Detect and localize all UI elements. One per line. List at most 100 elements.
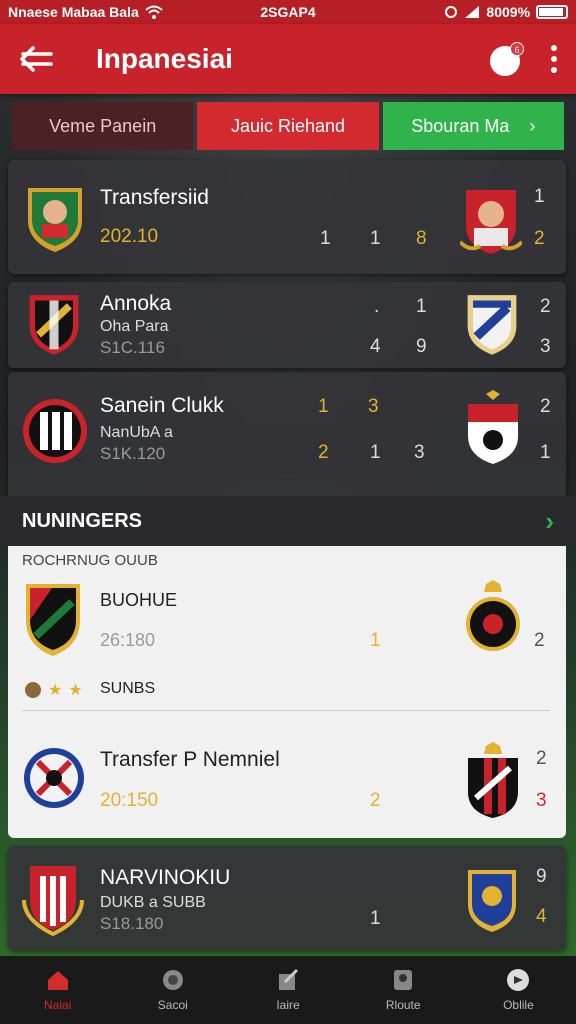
- menu-dot: [551, 56, 557, 62]
- stat-value: 1: [320, 228, 331, 249]
- rating-label: SUNBS: [100, 680, 156, 697]
- stat-value: 1: [370, 442, 381, 463]
- stat-value: 1: [416, 296, 427, 317]
- carrier-label: Nnaese Mabaa Bala: [8, 4, 139, 20]
- club-crest-icon: [468, 390, 518, 464]
- card-title: Sanein Clukk: [100, 394, 224, 417]
- signal-icon: [465, 6, 480, 18]
- club-card[interactable]: Sanein Clukk NanUbA a S1K.120 1 3 2 1 3 …: [8, 372, 566, 496]
- back-arrow-icon: [20, 46, 53, 72]
- home-icon: [47, 971, 68, 990]
- card-subtitle: DUKB a SUBB: [100, 894, 206, 911]
- nav-home[interactable]: Naiai: [0, 956, 115, 1024]
- club-card[interactable]: Annoka Oha Para S1C.116 . 1 4 9 2 3: [8, 282, 566, 368]
- nav-profile[interactable]: Oblile: [461, 956, 576, 1024]
- club-crest-icon: [28, 188, 82, 252]
- stat-value: 4: [370, 336, 381, 357]
- row-title: Transfer P Nemniel: [100, 748, 280, 771]
- wifi-icon: [145, 5, 163, 19]
- chevron-right-icon: ›: [529, 115, 536, 136]
- status-time: 2SGAP4: [260, 4, 316, 20]
- panel-header: ROCHRNUG OUUB: [22, 552, 158, 569]
- star-icon: ★: [68, 682, 83, 699]
- edit-icon: [279, 968, 299, 990]
- profile-icon: [507, 969, 530, 991]
- notifications-button[interactable]: 6: [488, 42, 524, 76]
- notification-badge: 6: [510, 42, 524, 56]
- player-crest-icon: [460, 190, 522, 254]
- overflow-menu-button[interactable]: [548, 45, 560, 73]
- card-date: 202.10: [100, 226, 159, 247]
- tab-third[interactable]: Sbouran Ma ›: [382, 102, 564, 150]
- nav-label: Sacoi: [157, 998, 188, 1012]
- card-title: NARVINOKIU: [100, 866, 231, 889]
- battery-percent: 8009%: [486, 4, 531, 20]
- divider: [22, 710, 550, 711]
- tab-first[interactable]: Veme Panein: [12, 102, 194, 150]
- stat-value: 2: [540, 396, 551, 417]
- ball-icon: [25, 682, 41, 698]
- stat-value: 3: [536, 790, 547, 811]
- stat-value: 3: [414, 442, 425, 463]
- card-date: S1C.116: [100, 338, 165, 357]
- battery-icon: [536, 5, 569, 19]
- stat-value: 3: [368, 396, 379, 417]
- stat-value: 1: [370, 630, 381, 651]
- club-card[interactable]: NARVINOKIU DUKB a SUBB S18.180 1 9 4: [8, 846, 566, 950]
- stat-value: 9: [416, 336, 427, 357]
- status-bar: Nnaese Mabaa Bala 2SGAP4 8009%: [0, 0, 576, 24]
- section-title: NUNINGERS: [22, 509, 143, 532]
- stat-value: 2: [536, 748, 547, 769]
- nav-label: Naiai: [43, 998, 72, 1012]
- stat-value: 1: [318, 396, 329, 417]
- section-header[interactable]: NUNINGERS ›: [0, 496, 576, 546]
- club-crest-icon: [467, 295, 517, 355]
- club-crest-icon: [22, 866, 84, 936]
- nav-label: Iaire: [276, 998, 300, 1012]
- tab-bar: Veme Panein Jauic Riehand Sbouran Ma ›: [12, 102, 564, 150]
- nav-label: Oblile: [503, 998, 534, 1012]
- club-crest-icon: [468, 870, 516, 932]
- club-crest-icon: [26, 584, 80, 656]
- card-subtitle: NanUbA a: [100, 424, 173, 441]
- card-subtitle: Oha Para: [100, 318, 169, 335]
- menu-dot: [551, 45, 557, 51]
- back-button[interactable]: [16, 39, 56, 79]
- card-date: S1K.120: [100, 444, 166, 463]
- globe-icon: [162, 970, 183, 990]
- stat-value: 3: [540, 336, 551, 357]
- card-date: S18.180: [100, 914, 164, 933]
- bottom-navigation: Naiai Sacoi Iaire Rloute Oblile: [0, 956, 576, 1024]
- nav-score[interactable]: Sacoi: [115, 956, 230, 1024]
- star-icon: ★: [48, 682, 63, 699]
- tab-third-label: Sbouran Ma: [411, 115, 510, 136]
- stat-value: 2: [540, 296, 551, 317]
- transfer-card[interactable]: Transfersiid 202.10 1 1 8 1 2: [8, 160, 566, 274]
- page-title: Inpanesiai: [96, 43, 233, 74]
- tab-second[interactable]: Jauic Riehand: [197, 102, 379, 150]
- app-bar: Inpanesiai 6: [0, 24, 576, 94]
- nav-edit[interactable]: Iaire: [230, 956, 345, 1024]
- row-date: 20:150: [100, 790, 159, 811]
- row-title: BUOHUE: [100, 590, 178, 610]
- club-crest-icon: [23, 399, 87, 463]
- rating-stars: ★ ★: [24, 680, 83, 700]
- nav-team[interactable]: Rloute: [346, 956, 461, 1024]
- club-crest-icon: [466, 580, 520, 651]
- stat-value: 2: [318, 442, 329, 463]
- club-list-panel: ROCHRNUG OUUB BUOHUE 26:180 1 2 ★ ★ SUNB…: [8, 546, 566, 838]
- nav-label: Rloute: [385, 998, 421, 1012]
- stat-value: 1: [370, 908, 381, 929]
- menu-dot: [551, 67, 557, 73]
- club-crest-icon: [24, 748, 84, 808]
- stat-value: 1: [534, 186, 545, 207]
- stat-value: 1: [540, 442, 551, 463]
- team-icon: [394, 970, 413, 990]
- stat-value: 8: [416, 228, 427, 249]
- alarm-icon: [445, 6, 458, 18]
- stat-value: 2: [370, 790, 381, 811]
- club-crest-icon: [29, 295, 79, 355]
- stat-value: 2: [534, 228, 545, 249]
- stat-value: 9: [536, 866, 547, 887]
- card-title: Transfersiid: [100, 186, 209, 209]
